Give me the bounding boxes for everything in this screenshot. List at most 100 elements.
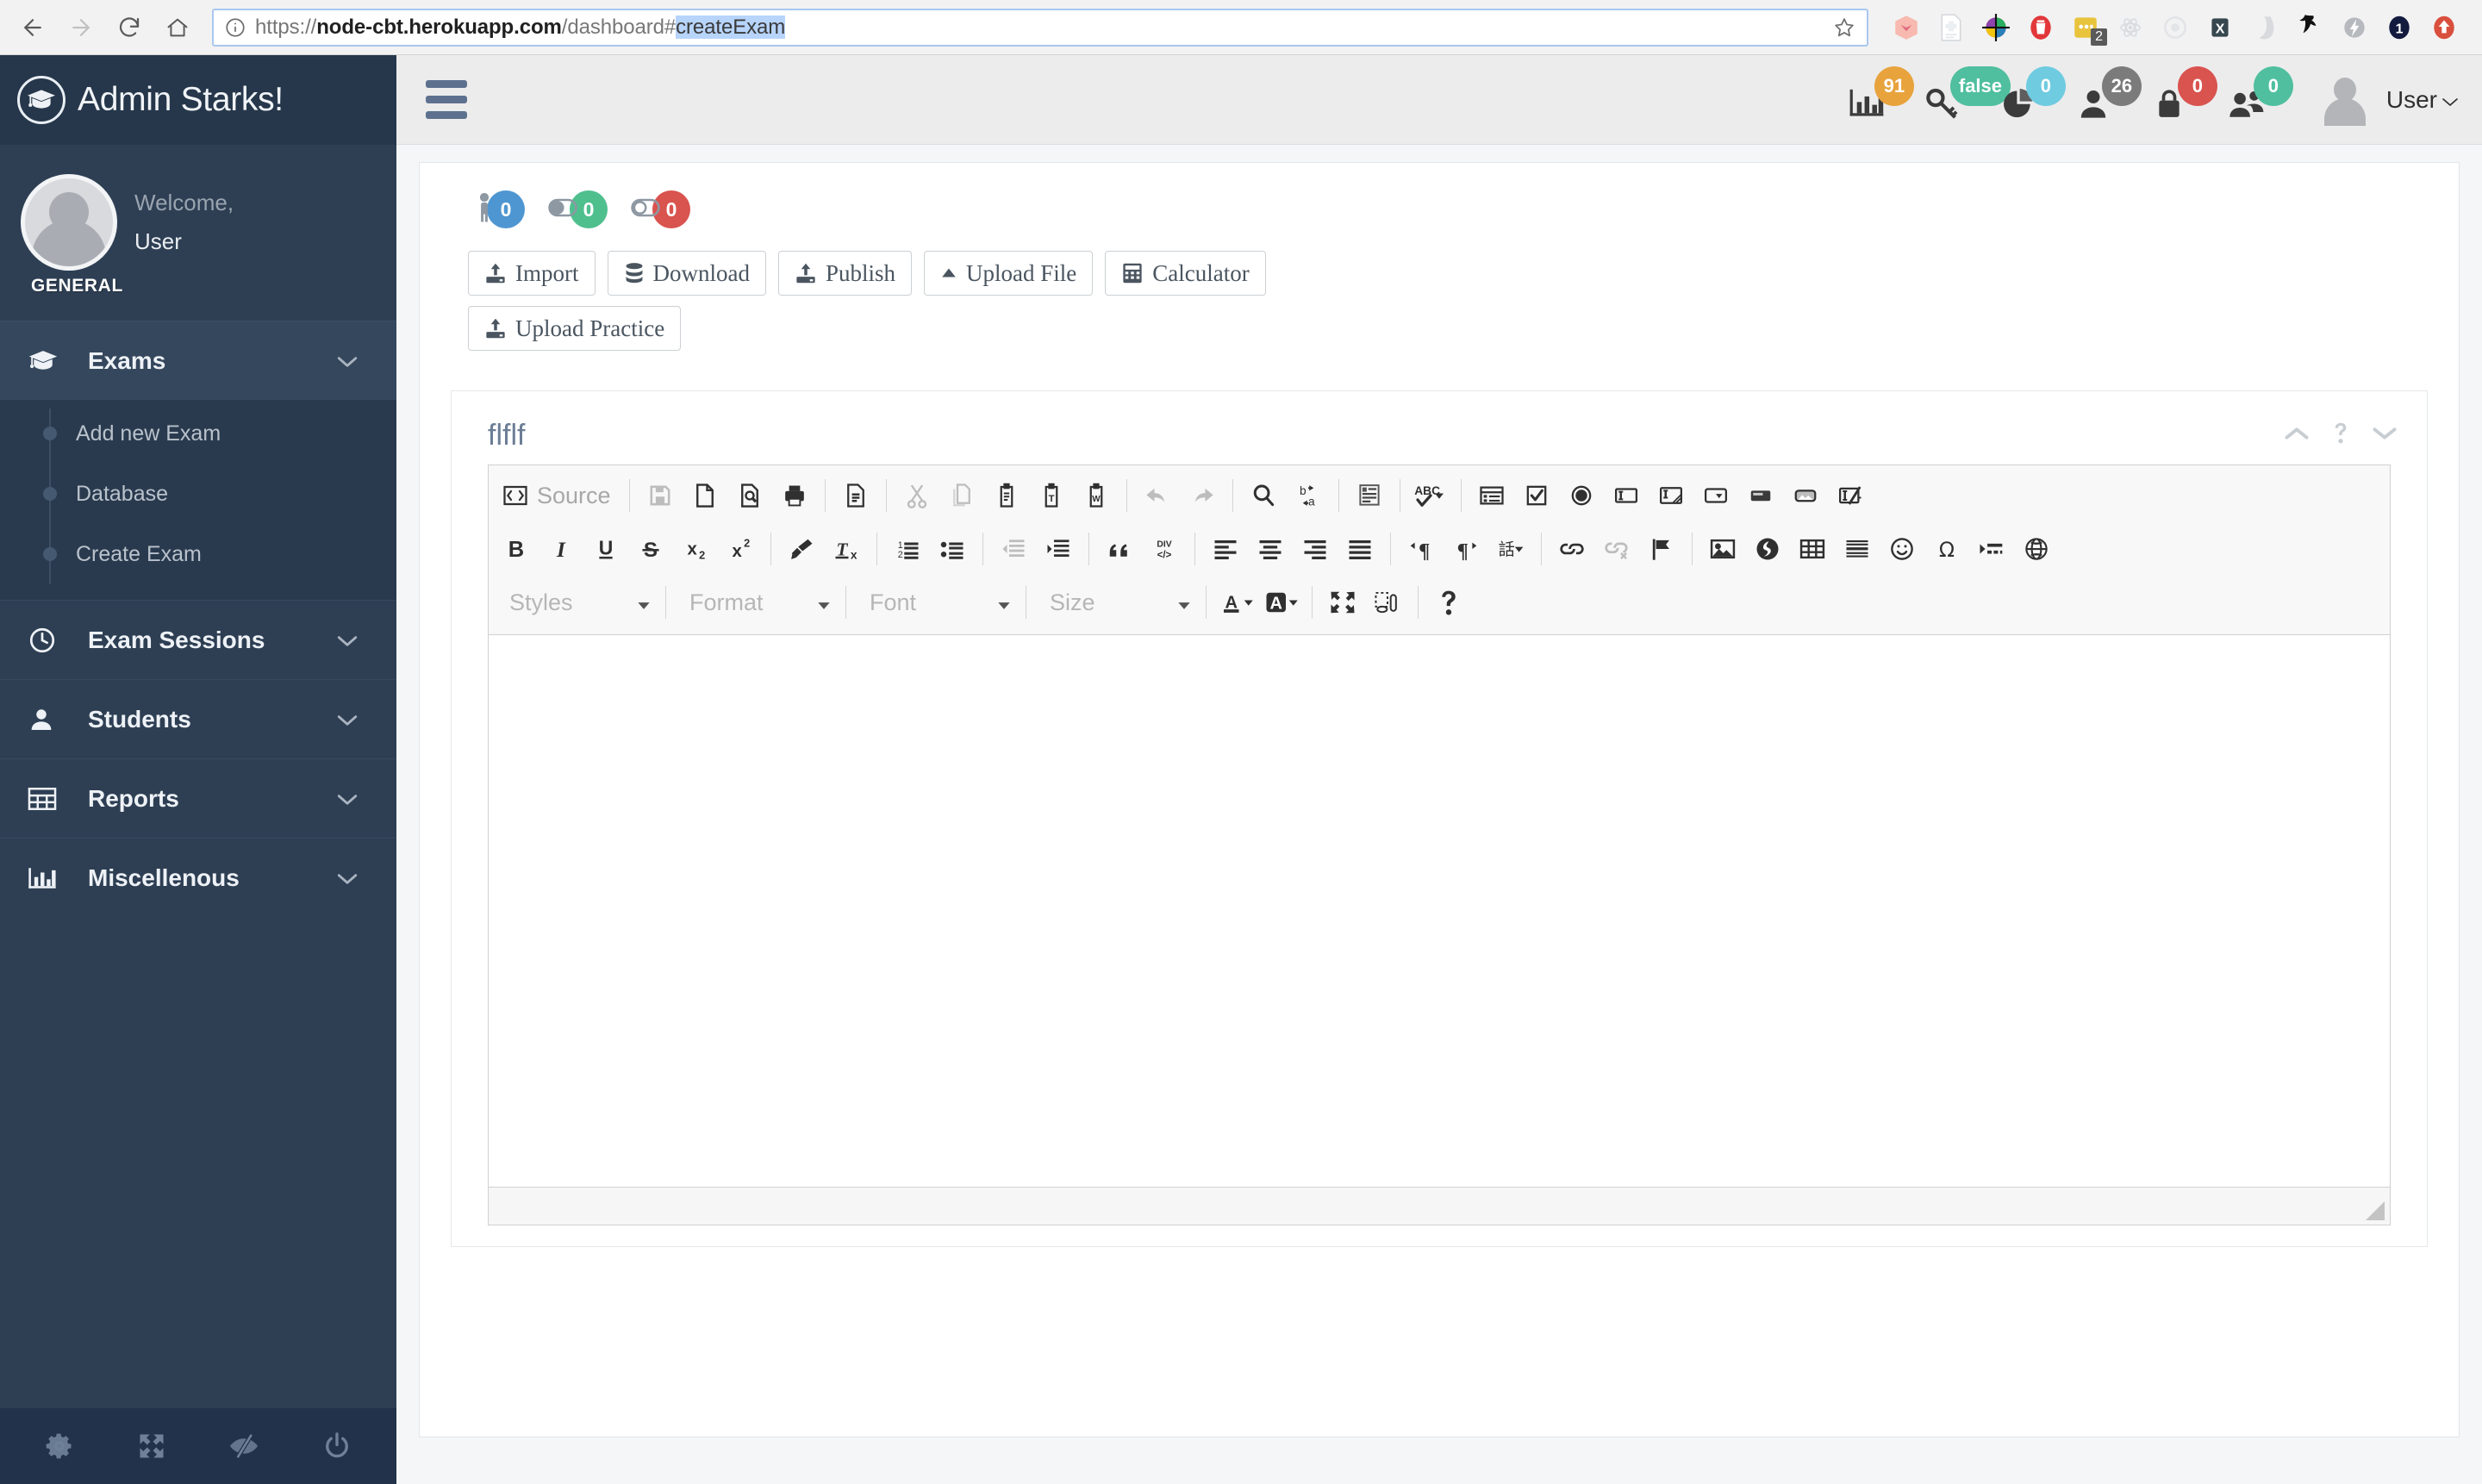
address-bar[interactable]: https://node-cbt.herokuapp.com/dashboard…	[212, 8, 1868, 47]
undo-button[interactable]	[1135, 472, 1180, 519]
upload-file-button[interactable]: Upload File	[924, 251, 1094, 296]
horizontal-rule-button[interactable]	[1835, 526, 1880, 572]
header-stat-lock[interactable]: 0	[2152, 65, 2223, 130]
react-devtools-icon[interactable]	[2108, 5, 2153, 50]
sidebar-item-students[interactable]: Students	[0, 679, 396, 758]
subscript-button[interactable]: x2	[673, 526, 718, 572]
circle-gray-icon[interactable]	[2153, 5, 2198, 50]
download-button[interactable]: Download	[607, 251, 766, 296]
maximize-button[interactable]	[1320, 579, 1365, 626]
header-stat-users[interactable]: 0	[2228, 65, 2298, 130]
size-combo[interactable]: Size	[1034, 579, 1198, 626]
image-button-button[interactable]	[1783, 472, 1828, 519]
checkbox-button[interactable]	[1514, 472, 1559, 519]
align-left-button[interactable]	[1203, 526, 1248, 572]
sidebar-brand[interactable]: Admin Starks!	[0, 55, 396, 145]
unlink-button[interactable]	[1594, 526, 1639, 572]
header-stat-key[interactable]: false	[1924, 65, 2011, 130]
rtl-button[interactable]: ¶	[1444, 526, 1488, 572]
counter-active[interactable]: 0	[547, 190, 608, 228]
ghost-gray-icon[interactable]	[2242, 5, 2287, 50]
star-icon[interactable]	[1832, 16, 1856, 40]
select-all-button[interactable]	[1347, 472, 1392, 519]
sidebar-item-create-exam[interactable]: Create Exam	[0, 524, 396, 584]
paste-word-button[interactable]: W	[1074, 472, 1119, 519]
language-button[interactable]: 話	[1488, 526, 1533, 572]
chevron-up-icon[interactable]	[2284, 426, 2310, 446]
underline-button[interactable]: U	[583, 526, 628, 572]
sidebar-item-database[interactable]: Database	[0, 464, 396, 524]
x-letter-icon[interactable]: X	[2198, 5, 2242, 50]
user-menu[interactable]: User	[2386, 86, 2460, 114]
show-blocks-button[interactable]	[1365, 579, 1410, 626]
ltr-button[interactable]: ¶	[1399, 526, 1444, 572]
align-center-button[interactable]	[1248, 526, 1293, 572]
expand-arrows-icon[interactable]	[136, 1431, 167, 1462]
calculator-button[interactable]: Calculator	[1105, 251, 1266, 296]
table-button[interactable]	[1790, 526, 1835, 572]
bulleted-list-button[interactable]	[930, 526, 975, 572]
question-mark-icon[interactable]	[2332, 421, 2349, 450]
blockquote-button[interactable]	[1097, 526, 1142, 572]
info-circle-icon[interactable]	[224, 16, 246, 39]
anchor-button[interactable]	[1639, 526, 1684, 572]
bold-button[interactable]: B	[494, 526, 539, 572]
sidebar-item-miscellenous[interactable]: Miscellenous	[0, 838, 396, 917]
power-icon[interactable]	[321, 1431, 352, 1462]
sidebar-item-reports[interactable]: Reports	[0, 758, 396, 838]
numbered-list-button[interactable]: 12	[885, 526, 930, 572]
background-color-button[interactable]: A	[1259, 579, 1304, 626]
black-figure-icon[interactable]	[2287, 5, 2332, 50]
select-field-button[interactable]	[1693, 472, 1738, 519]
smiley-button[interactable]	[1880, 526, 1924, 572]
link-button[interactable]	[1550, 526, 1594, 572]
header-stat-pie-chart[interactable]: 0	[2000, 65, 2071, 130]
user-avatar-icon[interactable]	[2319, 74, 2371, 126]
resize-handle-icon[interactable]	[2366, 1201, 2385, 1220]
find-button[interactable]	[1241, 472, 1286, 519]
copy-formatting-button[interactable]	[779, 526, 824, 572]
cut-button[interactable]	[895, 472, 939, 519]
publish-button[interactable]: Publish	[777, 251, 913, 296]
styles-combo[interactable]: Styles	[494, 579, 658, 626]
templates-button[interactable]	[833, 472, 878, 519]
replace-button[interactable]: ba	[1286, 472, 1331, 519]
radio-button[interactable]	[1559, 472, 1604, 519]
lightning-gray-icon[interactable]	[2332, 5, 2377, 50]
eye-slash-icon[interactable]	[228, 1431, 260, 1461]
flash-button[interactable]	[1745, 526, 1790, 572]
page-break-button[interactable]	[1969, 526, 2014, 572]
copy-button[interactable]	[939, 472, 984, 519]
upload-practice-button[interactable]: Upload Practice	[468, 306, 682, 351]
forward-button[interactable]	[59, 5, 103, 50]
strikethrough-button[interactable]: S	[628, 526, 673, 572]
iframe-button[interactable]	[2014, 526, 2059, 572]
sidebar-item-exam-sessions[interactable]: Exam Sessions	[0, 600, 396, 679]
red-up-arrow-icon[interactable]	[2422, 5, 2466, 50]
counter-inactive[interactable]: 0	[630, 190, 690, 228]
align-right-button[interactable]	[1293, 526, 1338, 572]
reload-button[interactable]	[107, 5, 152, 50]
outdent-button[interactable]	[991, 526, 1036, 572]
button-field-button[interactable]	[1738, 472, 1783, 519]
redo-button[interactable]	[1180, 472, 1225, 519]
document-plus-icon[interactable]	[1929, 5, 1974, 50]
div-button[interactable]: DIV </>	[1142, 526, 1187, 572]
text-field-button[interactable]	[1604, 472, 1649, 519]
remove-format-button[interactable]: Tx	[824, 526, 869, 572]
hamburger-icon[interactable]	[426, 80, 467, 119]
spellcheck-button[interactable]: ABC	[1408, 472, 1453, 519]
hidden-field-button[interactable]	[1828, 472, 1873, 519]
header-stat-bar-chart[interactable]: 91	[1849, 65, 1919, 130]
home-button[interactable]	[155, 5, 200, 50]
sidebar-item-add-new-exam[interactable]: Add new Exam	[0, 403, 396, 464]
text-color-button[interactable]: A	[1214, 579, 1259, 626]
about-button[interactable]	[1426, 579, 1471, 626]
image-button[interactable]	[1700, 526, 1745, 572]
header-stat-user[interactable]: 26	[2076, 65, 2147, 130]
gear-icon[interactable]	[44, 1431, 75, 1462]
print-button[interactable]	[772, 472, 817, 519]
new-page-button[interactable]	[683, 472, 727, 519]
momentum-icon[interactable]	[1884, 5, 1929, 50]
preview-button[interactable]	[727, 472, 772, 519]
